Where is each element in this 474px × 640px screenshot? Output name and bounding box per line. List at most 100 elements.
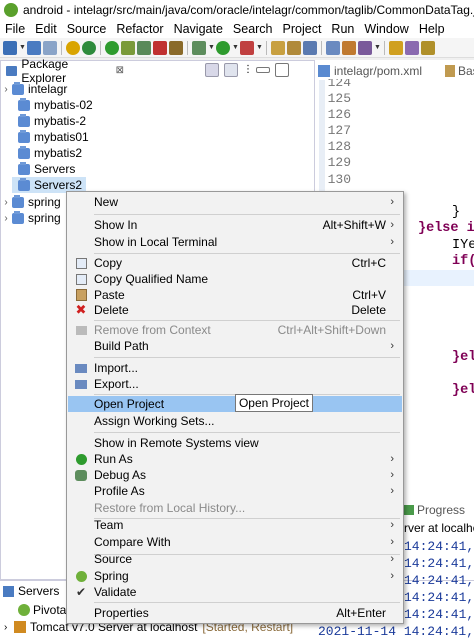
- tab-servers[interactable]: Servers: [3, 584, 59, 598]
- menu-item-show-local-terminal[interactable]: Show in Local Terminal ›: [68, 234, 402, 250]
- tree-item-servers[interactable]: Servers: [12, 161, 75, 177]
- new-java-project-icon[interactable]: [271, 40, 285, 55]
- tree-item-mybatis01[interactable]: mybatis01: [12, 129, 89, 145]
- minimize-icon[interactable]: [256, 67, 270, 73]
- menu-item-icon-slot: [68, 453, 94, 465]
- menu-file[interactable]: File: [0, 22, 30, 36]
- menu-item-export[interactable]: Export...: [68, 376, 402, 392]
- run-icon[interactable]: [216, 40, 230, 55]
- menu-item-copy-qualified-name[interactable]: Copy Qualified Name: [68, 271, 402, 287]
- stop-server-icon[interactable]: [153, 40, 167, 55]
- menu-item-team[interactable]: Team ›: [68, 517, 402, 533]
- publish-icon[interactable]: [169, 40, 183, 55]
- dropdown-icon[interactable]: ▼: [374, 41, 381, 55]
- expand-arrow-icon[interactable]: ›: [4, 622, 14, 633]
- servers-tab-label: Servers: [18, 584, 60, 598]
- menu-item-build-path[interactable]: Build Path ›: [68, 338, 402, 354]
- export-icon: [75, 379, 87, 389]
- close-icon[interactable]: ⊠: [116, 65, 124, 76]
- menu-item-new[interactable]: New ›: [68, 194, 402, 210]
- dropdown-icon[interactable]: ▼: [232, 41, 239, 55]
- menu-item-icon-slot: [68, 469, 94, 481]
- new-icon[interactable]: [3, 40, 17, 55]
- project-icon: [12, 81, 24, 95]
- menu-item-copy[interactable]: Copy Ctrl+C: [68, 255, 402, 271]
- console-line: 14:24:41,: [404, 590, 474, 605]
- expand-arrow-icon[interactable]: ›: [0, 84, 12, 95]
- menu-item-label: Validate: [94, 585, 137, 599]
- menu-item-paste[interactable]: Paste Ctrl+V: [68, 287, 402, 303]
- new-class-icon[interactable]: [303, 40, 317, 55]
- menu-item-run-as[interactable]: Run As ›: [68, 451, 402, 467]
- tab-progress[interactable]: Progress: [404, 503, 465, 517]
- dropdown-icon[interactable]: ▼: [208, 41, 215, 55]
- save-all-icon[interactable]: [43, 40, 57, 55]
- menu-item-spring[interactable]: Spring ›: [68, 568, 402, 584]
- dropdown-icon[interactable]: ▼: [19, 41, 26, 55]
- code-line[interactable]: if(: [452, 254, 474, 269]
- tab-pom-xml[interactable]: intelagr/pom.xml: [318, 62, 422, 80]
- pin-icon[interactable]: [405, 40, 419, 55]
- menu-item-validate[interactable]: ✔ Validate: [68, 584, 402, 600]
- menu-item-profile-as[interactable]: Profile As ›: [68, 483, 402, 499]
- menu-window[interactable]: Window: [359, 22, 413, 36]
- debug-server-icon[interactable]: [121, 40, 135, 55]
- menu-item-show-remote-systems[interactable]: Show in Remote Systems view: [68, 435, 402, 451]
- menu-project[interactable]: Project: [278, 22, 327, 36]
- tree-item-mybatis2[interactable]: mybatis2: [12, 145, 82, 161]
- tree-item-mybatis-2[interactable]: mybatis-2: [12, 113, 86, 129]
- menu-source[interactable]: Source: [62, 22, 112, 36]
- save-icon[interactable]: [27, 40, 41, 55]
- tree-item-intelagr[interactable]: › intelagr: [0, 81, 67, 97]
- search-icon[interactable]: [358, 40, 372, 55]
- skip-breakpoints-icon[interactable]: [82, 40, 96, 55]
- menu-item-assign-working-sets[interactable]: Assign Working Sets...: [68, 413, 402, 429]
- view-menu-icon[interactable]: ⋮: [243, 63, 253, 77]
- tab-base[interactable]: Bas: [445, 62, 474, 80]
- menu-navigate[interactable]: Navigate: [169, 22, 228, 36]
- code-line[interactable]: }: [452, 205, 460, 220]
- menu-item-show-in[interactable]: Show In Alt+Shift+W ›: [68, 217, 402, 233]
- menu-item-shortcut: Delete: [351, 303, 386, 317]
- progress-icon: [404, 505, 414, 515]
- expand-arrow-icon[interactable]: ›: [0, 213, 12, 224]
- code-line[interactable]: }else i: [418, 221, 474, 236]
- expand-arrow-icon[interactable]: ›: [0, 197, 12, 208]
- code-line[interactable]: }el: [452, 350, 474, 365]
- code-line[interactable]: }el: [452, 383, 474, 398]
- menu-item-delete[interactable]: ✖ Delete Delete: [68, 302, 402, 318]
- code-line[interactable]: IYe: [452, 238, 474, 253]
- last-edit-icon[interactable]: [421, 40, 435, 55]
- menu-item-import[interactable]: Import...: [68, 360, 402, 376]
- tree-item-label: mybatis2: [34, 146, 83, 160]
- profile-server-icon[interactable]: [137, 40, 151, 55]
- new-package-icon[interactable]: [287, 40, 301, 55]
- dropdown-icon[interactable]: ▼: [256, 41, 263, 55]
- menu-refactor[interactable]: Refactor: [111, 22, 168, 36]
- collapse-all-icon[interactable]: [205, 63, 219, 77]
- tab-package-explorer[interactable]: Package Explorer ⊠: [2, 57, 124, 85]
- debug-icon[interactable]: [192, 40, 206, 55]
- menu-item-properties[interactable]: Properties Alt+Enter: [68, 605, 402, 621]
- annotation-next-icon[interactable]: [389, 40, 403, 55]
- tree-item-spring-1[interactable]: › spring: [0, 194, 61, 210]
- menu-edit[interactable]: Edit: [30, 22, 62, 36]
- coverage-icon[interactable]: [66, 40, 80, 55]
- tree-item-mybatis-02[interactable]: mybatis-02: [12, 97, 93, 113]
- maximize-icon[interactable]: [275, 63, 289, 77]
- menu-help[interactable]: Help: [414, 22, 450, 36]
- server-pivotal[interactable]: Pivota: [18, 603, 66, 617]
- menu-item-compare-with[interactable]: Compare With ›: [68, 534, 402, 550]
- tree-item-spring-2[interactable]: › spring: [0, 210, 61, 226]
- menu-item-source[interactable]: Source ›: [68, 551, 402, 567]
- run-server-icon[interactable]: [105, 40, 119, 55]
- menu-item-icon-slot: ✖: [68, 302, 94, 318]
- link-with-editor-icon[interactable]: [224, 63, 238, 77]
- open-type-icon[interactable]: [326, 40, 340, 55]
- menu-search[interactable]: Search: [228, 22, 278, 36]
- menu-item-debug-as[interactable]: Debug As ›: [68, 467, 402, 483]
- open-task-icon[interactable]: [342, 40, 356, 55]
- menu-run[interactable]: Run: [326, 22, 359, 36]
- menu-item-label: Export...: [94, 377, 139, 391]
- external-tools-icon[interactable]: [240, 40, 254, 55]
